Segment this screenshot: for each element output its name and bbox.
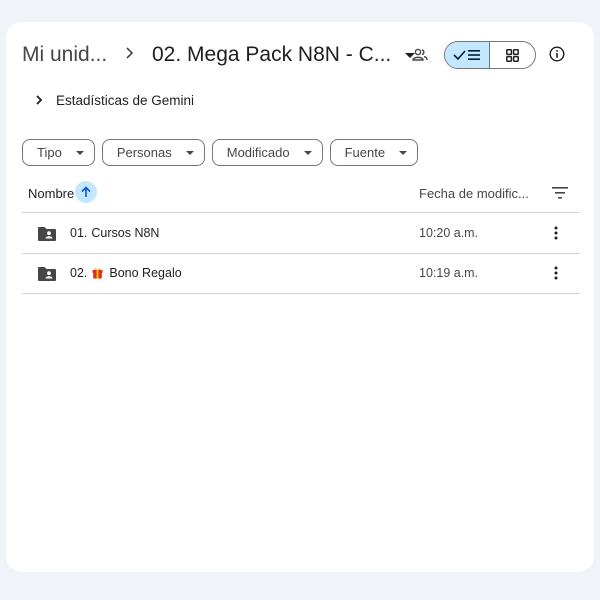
view-toggle (444, 41, 536, 69)
filter-source-chip[interactable]: Fuente (329, 139, 419, 166)
more-vertical-icon[interactable] (554, 225, 558, 241)
dropdown-arrow-icon (303, 150, 312, 155)
chevron-right-icon (126, 47, 134, 59)
gemini-insights-label: Estadísticas de Gemini (56, 92, 195, 108)
row-name: 01. Cursos N8N (70, 226, 159, 240)
people-icon[interactable] (411, 46, 429, 64)
gemini-insights-toggle[interactable]: Estadísticas de Gemini (34, 90, 194, 110)
sort-options-icon[interactable] (552, 186, 568, 200)
gift-icon (92, 268, 103, 279)
dropdown-arrow-icon (399, 150, 408, 155)
shared-folder-icon (38, 227, 56, 241)
filter-source-label: Fuente (344, 145, 386, 160)
filter-people-chip[interactable]: Personas (101, 139, 205, 166)
row-name-label: Cursos N8N (91, 226, 160, 240)
filter-modified-chip[interactable]: Modificado (211, 139, 323, 166)
chevron-right-icon (36, 95, 43, 105)
list-view-button[interactable] (445, 42, 491, 68)
shared-folder-icon (38, 267, 56, 281)
filter-type-chip[interactable]: Tipo (22, 139, 95, 166)
header: Mi unid... 02. Mega Pack N8N - C... (6, 22, 594, 86)
breadcrumb-current[interactable]: 02. Mega Pack N8N - C... (152, 43, 416, 67)
column-header-modified[interactable]: Fecha de modific... (419, 186, 529, 201)
info-icon[interactable] (549, 46, 565, 62)
grid-icon (506, 48, 519, 62)
sort-direction-button[interactable] (75, 181, 97, 203)
breadcrumb-root[interactable]: Mi unid... (22, 43, 107, 67)
row-name: 02. Bono Regalo (70, 266, 182, 280)
filter-people-label: Personas (116, 145, 172, 160)
dropdown-arrow-icon (185, 150, 194, 155)
table-row[interactable]: 01. Cursos N8N 10:20 a.m. (22, 213, 580, 254)
dropdown-arrow-icon (75, 150, 84, 155)
drive-panel: Mi unid... 02. Mega Pack N8N - C... Esta… (6, 22, 594, 572)
arrow-up-icon (81, 186, 91, 197)
more-vertical-icon[interactable] (554, 265, 558, 281)
row-modified: 10:20 a.m. (419, 226, 479, 240)
table-row[interactable]: 02. Bono Regalo 10:19 a.m. (22, 253, 580, 294)
grid-view-button[interactable] (490, 42, 535, 68)
breadcrumb-current-label: 02. Mega Pack N8N - C... (152, 43, 392, 66)
row-modified: 10:19 a.m. (419, 266, 479, 280)
check-list-icon (453, 50, 480, 61)
row-prefix: 02. (70, 266, 88, 280)
filter-bar: Tipo Personas Modificado Fuente (22, 139, 425, 166)
row-name-label: Bono Regalo (109, 266, 182, 280)
column-header-name[interactable]: Nombre (28, 186, 74, 201)
filter-modified-label: Modificado (226, 145, 290, 160)
table-header: Nombre Fecha de modific... (22, 178, 580, 213)
filter-type-label: Tipo (37, 145, 62, 160)
row-prefix: 01. (70, 226, 88, 240)
